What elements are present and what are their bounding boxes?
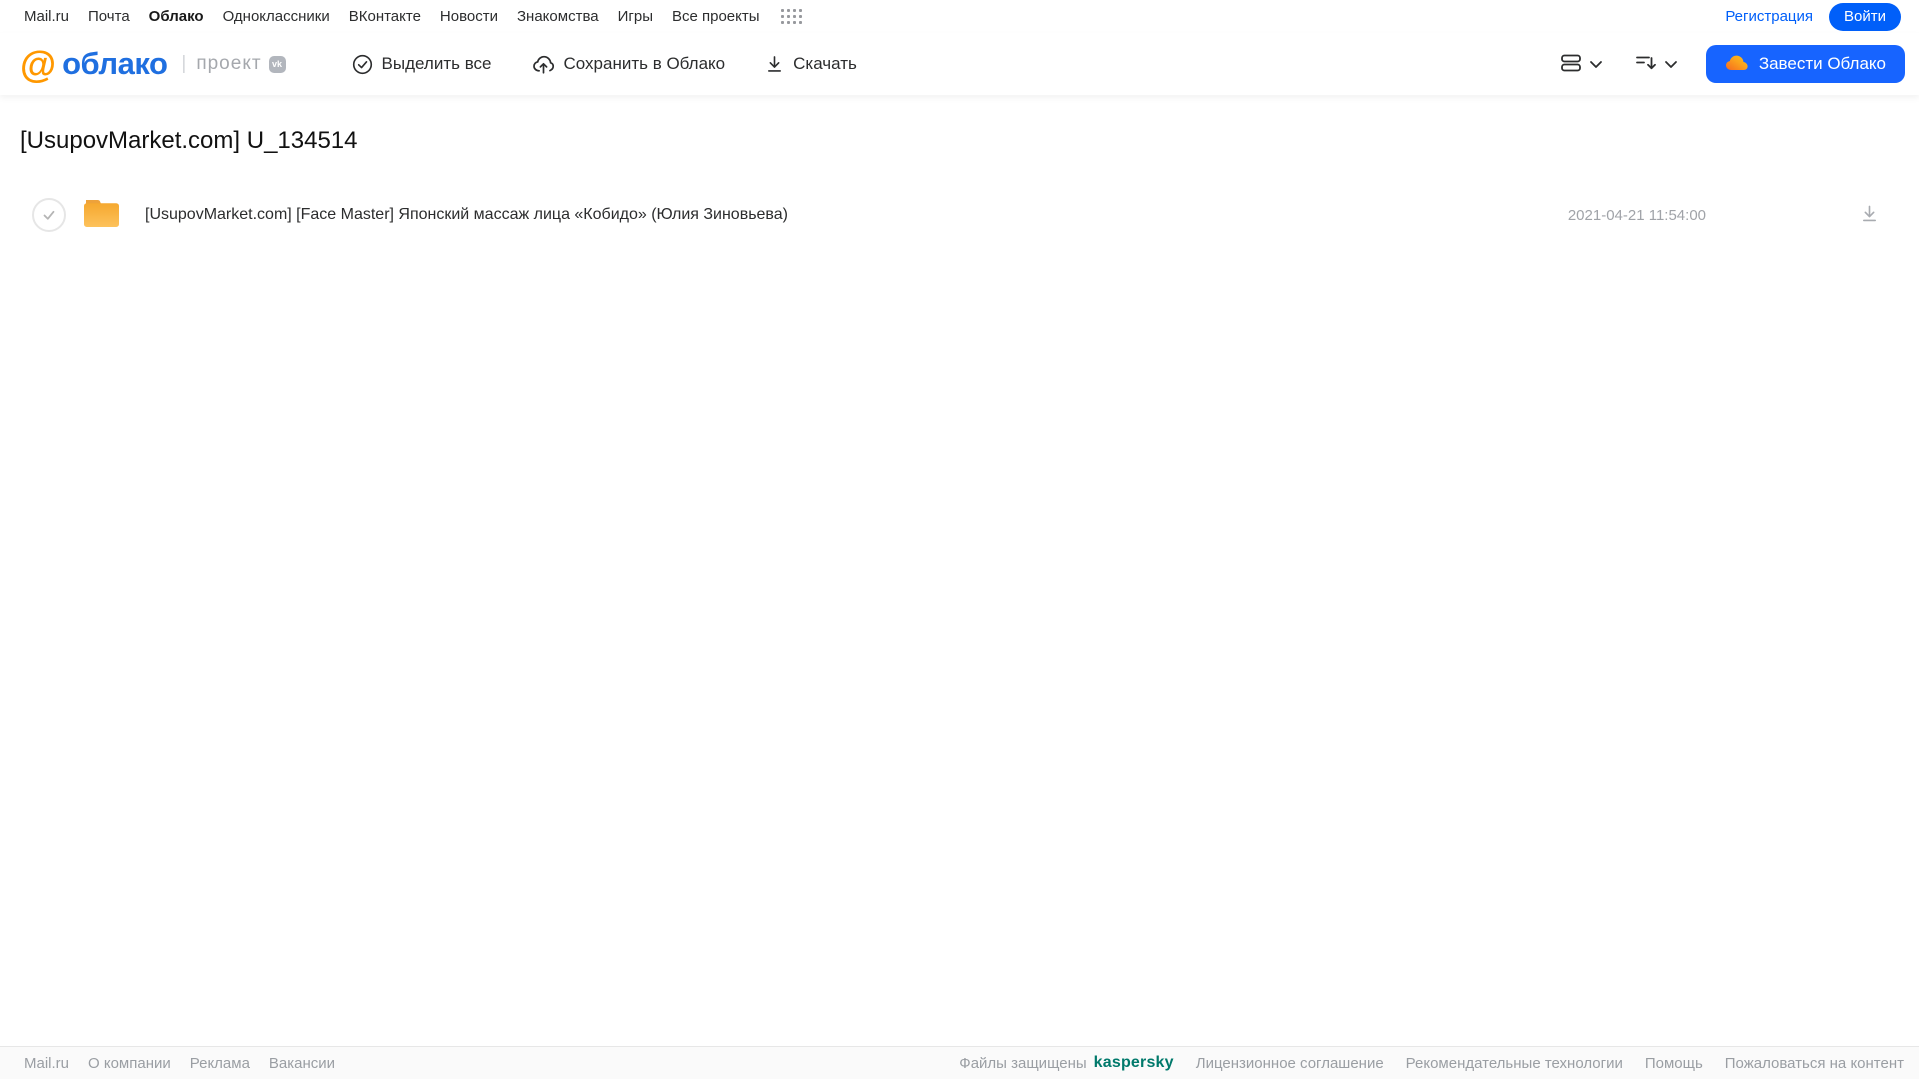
get-cloud-label: Завести Облако: [1758, 54, 1886, 73]
topnav-link-all-projects[interactable]: Все проекты: [672, 8, 760, 25]
footer-left-links: Mail.ru О компании Реклама Вакансии: [24, 1055, 335, 1072]
topnav-link-novosti[interactable]: Новости: [440, 8, 498, 25]
brand-divider: |: [181, 53, 187, 74]
check-circle-icon: [352, 54, 373, 75]
toolbar-actions: Выделить все Сохранить в Облако Скачать: [352, 54, 857, 75]
register-link[interactable]: Регистрация: [1725, 8, 1813, 25]
folder-icon: [83, 197, 120, 233]
topnav-link-igry[interactable]: Игры: [618, 8, 653, 25]
kaspersky-protect-unit: Файлы защищены kaspersky: [959, 1054, 1173, 1072]
download-icon: [1862, 205, 1877, 222]
toolbar-right: Завести Облако: [1556, 45, 1905, 83]
footer-link-report-content[interactable]: Пожаловаться на контент: [1725, 1055, 1904, 1072]
footer-link-ads[interactable]: Реклама: [190, 1055, 250, 1072]
cloud-logo[interactable]: @ облако | проект vk: [20, 46, 286, 83]
footer-link-recommendation-tech[interactable]: Рекомендательные технологии: [1406, 1055, 1623, 1072]
select-all-label: Выделить все: [381, 54, 492, 73]
topnav-link-pochta[interactable]: Почта: [88, 8, 130, 25]
view-mode-dropdown[interactable]: [1556, 49, 1607, 80]
get-cloud-button[interactable]: Завести Облако: [1705, 45, 1905, 83]
topnav-link-odnoklassniki[interactable]: Одноклассники: [223, 8, 330, 25]
page-title: [UsupovMarket.com] U_134514: [20, 127, 358, 154]
topnav-link-znakomstva[interactable]: Знакомства: [517, 8, 599, 25]
footer-right-links: Файлы защищены kaspersky Лицензионное со…: [959, 1054, 1904, 1072]
file-row[interactable]: [UsupovMarket.com] [Face Master] Японски…: [0, 187, 1919, 243]
cloud-toolbar: @ облако | проект vk Выделить все Сохран…: [0, 33, 1919, 95]
download-icon: [765, 54, 784, 74]
select-all-button[interactable]: Выделить все: [352, 54, 492, 75]
cloud-logo-text: облако: [62, 46, 168, 81]
sort-icon: [1635, 53, 1657, 76]
file-date: 2021-04-21 11:54:00: [1567, 206, 1706, 224]
cloud-upload-icon: [532, 54, 555, 75]
portal-links: Mail.ru Почта Облако Одноклассники ВКонт…: [24, 8, 803, 25]
footer-link-about[interactable]: О компании: [88, 1055, 171, 1072]
save-to-cloud-label: Сохранить в Облако: [563, 54, 726, 73]
chevron-down-icon: [1664, 57, 1678, 72]
row-download-button[interactable]: [1858, 202, 1881, 228]
topnav-link-oblako[interactable]: Облако: [149, 8, 204, 25]
kaspersky-logo[interactable]: kaspersky: [1094, 1054, 1174, 1072]
file-list-area: [UsupovMarket.com] U_134514 [UsupovMarke…: [0, 95, 1919, 1046]
row-checkbox[interactable]: [32, 198, 66, 232]
footer-link-jobs[interactable]: Вакансии: [269, 1055, 335, 1072]
topnav-link-vkontakte[interactable]: ВКонтакте: [349, 8, 421, 25]
sort-dropdown[interactable]: [1631, 49, 1682, 80]
footer-link-mailru[interactable]: Mail.ru: [24, 1055, 69, 1072]
save-to-cloud-button[interactable]: Сохранить в Облако: [532, 54, 726, 75]
files-protected-label: Файлы защищены: [959, 1054, 1087, 1072]
auth-area: Регистрация Войти: [1725, 2, 1901, 31]
chevron-down-icon: [1589, 57, 1603, 72]
cloud-logo-icon: [1725, 53, 1749, 76]
page-footer: Mail.ru О компании Реклама Вакансии Файл…: [0, 1046, 1919, 1079]
checkmark-icon: [43, 210, 55, 220]
topnav-link-mailru[interactable]: Mail.ru: [24, 8, 69, 25]
vk-icon: vk: [268, 55, 286, 73]
login-button[interactable]: Войти: [1829, 2, 1901, 31]
mailru-at-icon: @: [20, 43, 57, 85]
file-name-link[interactable]: [UsupovMarket.com] [Face Master] Японски…: [145, 206, 1568, 224]
apps-grid-icon[interactable]: [780, 8, 803, 25]
download-button[interactable]: Скачать: [765, 54, 857, 74]
project-vk-label: проект: [196, 53, 262, 74]
download-label: Скачать: [793, 54, 857, 73]
portal-navbar: Mail.ru Почта Облако Одноклассники ВКонт…: [0, 0, 1919, 33]
footer-link-license[interactable]: Лицензионное соглашение: [1196, 1055, 1384, 1072]
footer-link-help[interactable]: Помощь: [1645, 1055, 1703, 1072]
cloud-public-page: Mail.ru Почта Облако Одноклассники ВКонт…: [0, 0, 1919, 1079]
view-mode-icon: [1560, 53, 1582, 76]
